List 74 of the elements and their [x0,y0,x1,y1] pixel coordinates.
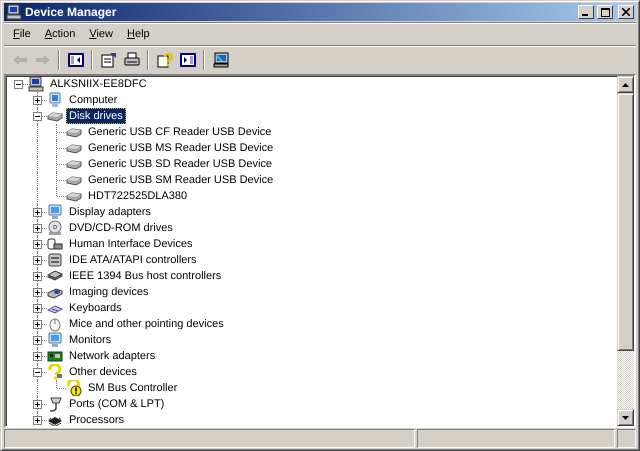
tree-item[interactable]: ALKSNIIX-EE8DFC [47,76,150,92]
question-icon [47,364,63,380]
expander-toggle[interactable] [33,336,42,345]
properties-icon [100,52,116,68]
warning-icon [66,380,82,396]
tree-item[interactable]: Display adapters [66,204,154,220]
expander-toggle[interactable] [33,240,42,249]
minimize-button[interactable] [578,5,594,19]
tree-item[interactable]: IDE ATA/ATAPI controllers [66,252,200,268]
expander-toggle[interactable] [33,256,42,265]
tree-item[interactable]: Other devices [66,364,140,380]
mouse-icon [47,316,63,332]
tree-item[interactable]: Generic USB CF Reader USB Device [85,124,274,140]
expander-toggle[interactable] [33,288,42,297]
scroll-thumb[interactable] [617,93,634,351]
maximize-icon [600,8,610,16]
pane-icon [68,52,84,68]
window-title: Device Manager [25,5,118,19]
monitor-icon [47,332,63,348]
expander-toggle[interactable] [33,320,42,329]
expander-toggle[interactable] [33,368,42,377]
tree-item[interactable]: Computer [66,92,120,108]
tree-item[interactable]: SM Bus Controller [85,380,180,396]
tree-item[interactable]: Keyboards [66,300,125,316]
scrollbar[interactable] [617,76,634,426]
computer-icon [28,76,44,92]
input-device-icon [47,236,63,252]
drive-icon [47,252,63,268]
tree-item[interactable]: Imaging devices [66,284,152,300]
expander-toggle[interactable] [33,112,42,121]
menu-item[interactable]: View [82,26,120,42]
pane-icon [180,52,196,68]
tree-item[interactable]: Processors [66,412,128,426]
expander-toggle[interactable] [33,96,42,105]
tree-item[interactable]: Ports (COM & LPT) [66,396,168,412]
menu-item[interactable]: File [6,26,38,42]
maximize-button[interactable] [597,5,613,19]
scroll-up-button[interactable] [617,76,634,93]
expander-toggle[interactable] [33,208,42,217]
expander-toggle[interactable] [33,224,42,233]
computer-icon [6,4,22,20]
up-caret-icon [622,82,629,86]
tree-item[interactable]: Monitors [66,332,114,348]
tree-item[interactable]: Mice and other pointing devices [66,316,227,332]
tree-item[interactable]: Generic USB SM Reader USB Device [85,172,276,188]
help-icon [156,52,172,68]
tree-item[interactable]: Human Interface Devices [66,236,196,252]
tree-item[interactable]: DVD/CD-ROM drives [66,220,176,236]
printer-icon [124,52,140,68]
expander-toggle[interactable] [33,304,42,313]
disc-icon [47,220,63,236]
close-button[interactable] [618,5,634,19]
down-caret-icon [622,416,629,420]
back-arrow-icon [12,52,28,68]
port-icon [47,396,63,412]
monitor-icon [47,92,63,108]
menu-item[interactable]: Action [38,26,82,42]
expander-toggle[interactable] [33,352,42,361]
expander-toggle[interactable] [33,272,42,281]
tree-item[interactable]: IEEE 1394 Bus host controllers [66,268,224,284]
tree-item[interactable]: HDT722525DLA380 [85,188,190,204]
tree-item[interactable]: Generic USB MS Reader USB Device [85,140,276,156]
tree-item[interactable]: Network adapters [66,348,158,364]
monitor-icon [47,204,63,220]
scroll-down-button[interactable] [617,409,634,426]
scan-hardware-icon [212,52,228,68]
expander-toggle[interactable] [14,80,23,89]
expander-toggle[interactable] [33,400,42,409]
expander-toggle[interactable] [33,416,42,425]
menu-item[interactable]: Help [120,26,157,42]
close-icon [622,8,630,16]
tree-item[interactable]: Disk drives [66,108,126,124]
forward-arrow-icon [34,52,50,68]
tree-item[interactable]: Generic USB SD Reader USB Device [85,156,276,172]
